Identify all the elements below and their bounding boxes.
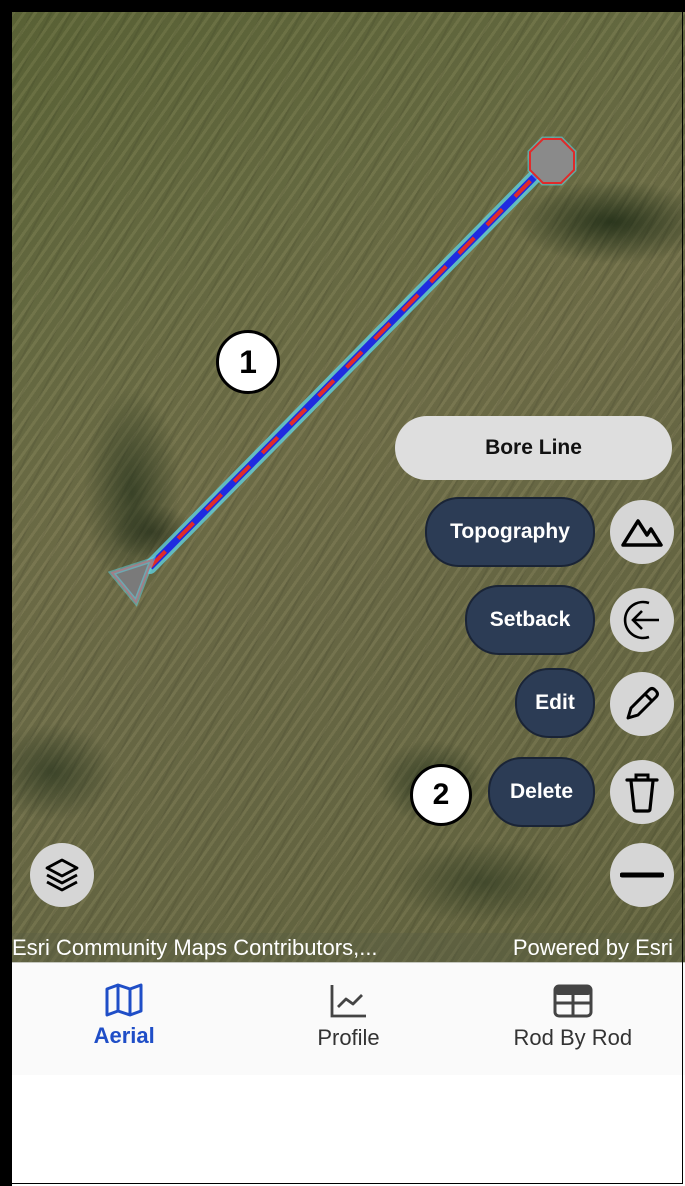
- line-chart-icon: [331, 985, 367, 1018]
- arrow-left-circle-icon: [623, 600, 659, 640]
- bore-line-button[interactable]: Bore Line: [395, 416, 672, 480]
- tab-profile[interactable]: Profile: [236, 963, 460, 1075]
- minus-icon: [620, 872, 664, 878]
- bore-line-graphic: [107, 136, 577, 607]
- trash-icon: [625, 773, 659, 813]
- pencil-icon: [626, 687, 659, 720]
- window-left-border: [0, 0, 12, 1186]
- map-icon: [105, 983, 143, 1017]
- tab-rod-by-rod[interactable]: Rod By Rod: [461, 963, 685, 1075]
- window-top-border: [0, 0, 685, 12]
- tab-profile-label: Profile: [317, 1025, 380, 1050]
- tab-rod-by-rod-label: Rod By Rod: [513, 1025, 633, 1050]
- layers-button[interactable]: [30, 843, 94, 907]
- attribution-contributors[interactable]: Esri Community Maps Contributors,...: [12, 935, 378, 961]
- delete-action[interactable]: [610, 760, 674, 824]
- setback-action[interactable]: [610, 588, 674, 652]
- tab-aerial[interactable]: Aerial: [12, 963, 236, 1075]
- attribution-powered-by[interactable]: Powered by Esri: [513, 935, 673, 961]
- bottom-tab-bar: Aerial Profile Rod By Rod: [12, 963, 685, 1075]
- topography-action[interactable]: [610, 500, 674, 564]
- mountain-icon: [621, 519, 663, 547]
- tab-aerial-label: Aerial: [93, 1023, 155, 1048]
- layers-icon: [45, 858, 79, 892]
- setback-button[interactable]: Setback: [465, 585, 595, 655]
- annotation-marker-1: 1: [216, 330, 280, 394]
- empty-footer-area: [12, 1075, 685, 1186]
- collapse-action[interactable]: [610, 843, 674, 907]
- edit-button[interactable]: Edit: [515, 668, 595, 738]
- map-attribution: Esri Community Maps Contributors,... Pow…: [12, 933, 685, 963]
- bore-end-marker[interactable]: [529, 138, 575, 184]
- table-icon: [553, 984, 593, 1018]
- edit-action[interactable]: [610, 672, 674, 736]
- annotation-marker-2: 2: [410, 764, 472, 826]
- topography-button[interactable]: Topography: [425, 497, 595, 567]
- aerial-map[interactable]: 1 Bore Line Topography Setback Edit 2 De…: [12, 12, 685, 962]
- delete-button[interactable]: Delete: [488, 757, 595, 827]
